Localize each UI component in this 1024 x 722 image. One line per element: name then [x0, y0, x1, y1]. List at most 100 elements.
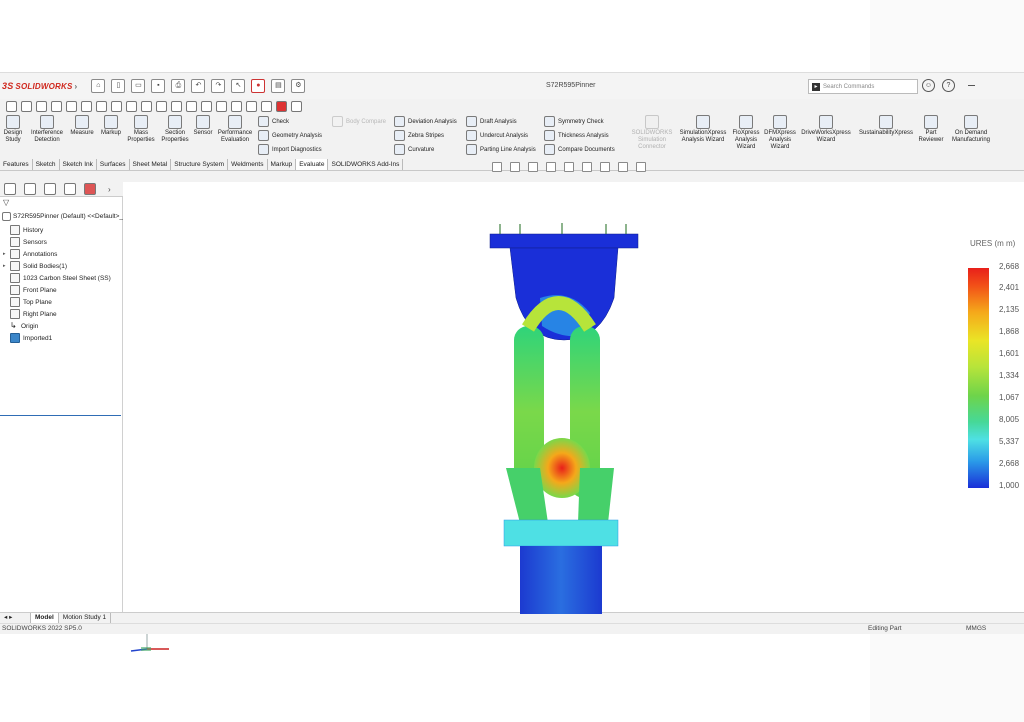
curvature-button[interactable]: Curvature	[394, 144, 434, 155]
zoom-area-icon[interactable]	[21, 100, 32, 112]
rebuild-icon[interactable]: ●	[251, 79, 266, 93]
markup-button[interactable]: Markup	[98, 115, 124, 137]
tab-surfaces[interactable]: Surfaces	[96, 159, 130, 170]
view-orientation-icon[interactable]	[81, 100, 92, 112]
tree-item-material[interactable]: 1023 Carbon Steel Sheet (SS)	[10, 272, 122, 284]
floxpress-button[interactable]: FloXpress Analysis Wizard	[730, 115, 762, 151]
zoom-to-fit-icon[interactable]	[492, 162, 502, 172]
tab-sketch-ink[interactable]: Sketch Ink	[59, 159, 97, 170]
menu-chevron-icon[interactable]: ›	[75, 82, 78, 91]
view-settings-icon[interactable]	[171, 100, 182, 112]
shadows-icon[interactable]	[201, 100, 212, 112]
sensor-button[interactable]: Sensor	[192, 115, 214, 137]
filter-icon[interactable]: ▽	[3, 199, 11, 207]
configuration-manager-tab-icon[interactable]	[44, 183, 56, 195]
tab-sketch[interactable]: Sketch	[32, 159, 60, 170]
tab-markup[interactable]: Markup	[267, 159, 297, 170]
tree-item-history[interactable]: History	[10, 224, 122, 236]
ambient-occlusion-icon[interactable]	[216, 100, 227, 112]
previous-view-icon[interactable]	[36, 100, 47, 112]
draft-analysis-button[interactable]: Draft Analysis	[466, 116, 517, 127]
home-icon[interactable]: ⌂	[91, 79, 106, 93]
tab-features[interactable]: Features	[0, 159, 33, 170]
parting-line-analysis-button[interactable]: Parting Line Analysis	[466, 144, 536, 155]
property-manager-tab-icon[interactable]	[24, 183, 36, 195]
appearance-red-icon[interactable]	[276, 100, 287, 112]
previous-view-icon[interactable]	[528, 162, 538, 172]
help-icon[interactable]: ?	[942, 79, 955, 92]
mass-properties-button[interactable]: Mass Properties	[124, 115, 158, 144]
undo-icon[interactable]: ↶	[191, 79, 206, 93]
new-document-icon[interactable]: ▯	[111, 79, 126, 93]
tree-item-imported1[interactable]: Imported1	[10, 332, 122, 344]
rollback-bar[interactable]	[0, 415, 121, 416]
thickness-analysis-button[interactable]: Thickness Analysis	[544, 130, 609, 141]
feature-manager-tab-icon[interactable]	[4, 183, 16, 195]
apply-scene-icon[interactable]	[156, 100, 167, 112]
tab-structure-system[interactable]: Structure System	[171, 159, 229, 170]
tab-solidworks-add-ins[interactable]: SOLIDWORKS Add-Ins	[328, 159, 404, 170]
units-text[interactable]: MMGS	[966, 625, 986, 632]
settings-gear-icon[interactable]	[291, 100, 302, 112]
hide-items-icon[interactable]	[600, 162, 610, 172]
solidworks-logo[interactable]: 3S SOLIDWORKS ›	[2, 81, 77, 91]
interference-detection-button[interactable]: Interference Detection	[28, 115, 66, 144]
checkmark-icon[interactable]	[261, 100, 272, 112]
search-commands-input[interactable]: ▸ Search Commands	[808, 79, 918, 94]
open-icon[interactable]: ▭	[131, 79, 146, 93]
section-properties-button[interactable]: Section Properties	[159, 115, 191, 144]
tree-item-front-plane[interactable]: Front Plane	[10, 284, 122, 296]
hide-show-icon[interactable]	[126, 100, 137, 112]
simulation-connector-button[interactable]: SOLIDWORKS Simulation Connector	[630, 115, 674, 151]
sustainabilityxpress-button[interactable]: SustainabilityXpress	[856, 115, 916, 137]
options-gear-icon[interactable]: ⚙	[291, 79, 306, 93]
import-diagnostics-button[interactable]: Import Diagnostics	[258, 144, 322, 155]
view-orientation-icon[interactable]	[564, 162, 574, 172]
display-style-icon[interactable]	[582, 162, 592, 172]
cartoon-icon[interactable]	[246, 100, 257, 112]
minimize-icon[interactable]	[968, 85, 975, 86]
search-scope-icon[interactable]: ▸	[812, 82, 820, 91]
on-demand-manufacturing-button[interactable]: On Demand Manufacturing	[948, 115, 994, 144]
zebra-stripes-button[interactable]: Zebra Stripes	[394, 130, 444, 141]
zoom-to-area-icon[interactable]	[510, 162, 520, 172]
print-icon[interactable]: ⎙	[171, 79, 186, 93]
select-cursor-icon[interactable]: ↖	[231, 79, 246, 93]
design-study-button[interactable]: Design Study	[2, 115, 24, 144]
tree-item-top-plane[interactable]: Top Plane	[10, 296, 122, 308]
tree-root-part[interactable]: S72R595Pinner (Default) <<Default>_D	[2, 212, 128, 221]
edit-appearance-icon[interactable]	[141, 100, 152, 112]
deviation-analysis-button[interactable]: Deviation Analysis	[394, 116, 457, 127]
symmetry-check-button[interactable]: Symmetry Check	[544, 116, 604, 127]
section-view-icon[interactable]	[546, 162, 556, 172]
driveworksxpress-button[interactable]: DriveWorksXpress Wizard	[800, 115, 852, 144]
realview-icon[interactable]	[186, 100, 197, 112]
monitor-icon[interactable]	[636, 162, 646, 172]
tree-item-solid-bodies[interactable]: ▸ Solid Bodies(1)	[3, 260, 122, 272]
save-icon[interactable]: ▪	[151, 79, 166, 93]
sum-icon[interactable]	[111, 100, 122, 112]
edit-appearance-icon[interactable]	[618, 162, 628, 172]
part-reviewer-button[interactable]: Part Reviewer	[916, 115, 946, 144]
performance-evaluation-button[interactable]: Performance Evaluation	[216, 115, 254, 144]
tab-sheet-metal[interactable]: Sheet Metal	[129, 159, 172, 170]
zoom-fit-icon[interactable]	[6, 100, 17, 112]
geometry-analysis-button[interactable]: Geometry Analysis	[258, 130, 322, 141]
undercut-analysis-button[interactable]: Undercut Analysis	[466, 130, 528, 141]
tree-item-right-plane[interactable]: Right Plane	[10, 308, 122, 320]
displacement-result-model[interactable]	[480, 218, 650, 618]
redo-icon[interactable]: ↷	[211, 79, 226, 93]
chevron-right-icon[interactable]: ›	[108, 185, 111, 194]
dynamic-annotation-icon[interactable]	[66, 100, 77, 112]
section-view-icon[interactable]	[51, 100, 62, 112]
file-properties-icon[interactable]: ▤	[271, 79, 286, 93]
tree-item-annotations[interactable]: ▸ Annotations	[3, 248, 122, 260]
check-button[interactable]: Check	[258, 116, 289, 127]
simulationxpress-button[interactable]: SimulationXpress Analysis Wizard	[678, 115, 728, 144]
body-compare-button[interactable]: Body Compare	[332, 116, 386, 127]
tab-evaluate[interactable]: Evaluate	[296, 159, 329, 170]
display-style-icon[interactable]	[96, 100, 107, 112]
display-manager-tab-icon[interactable]	[84, 183, 96, 195]
perspective-icon[interactable]	[231, 100, 242, 112]
expand-arrow-icon[interactable]: ▸	[3, 251, 6, 257]
